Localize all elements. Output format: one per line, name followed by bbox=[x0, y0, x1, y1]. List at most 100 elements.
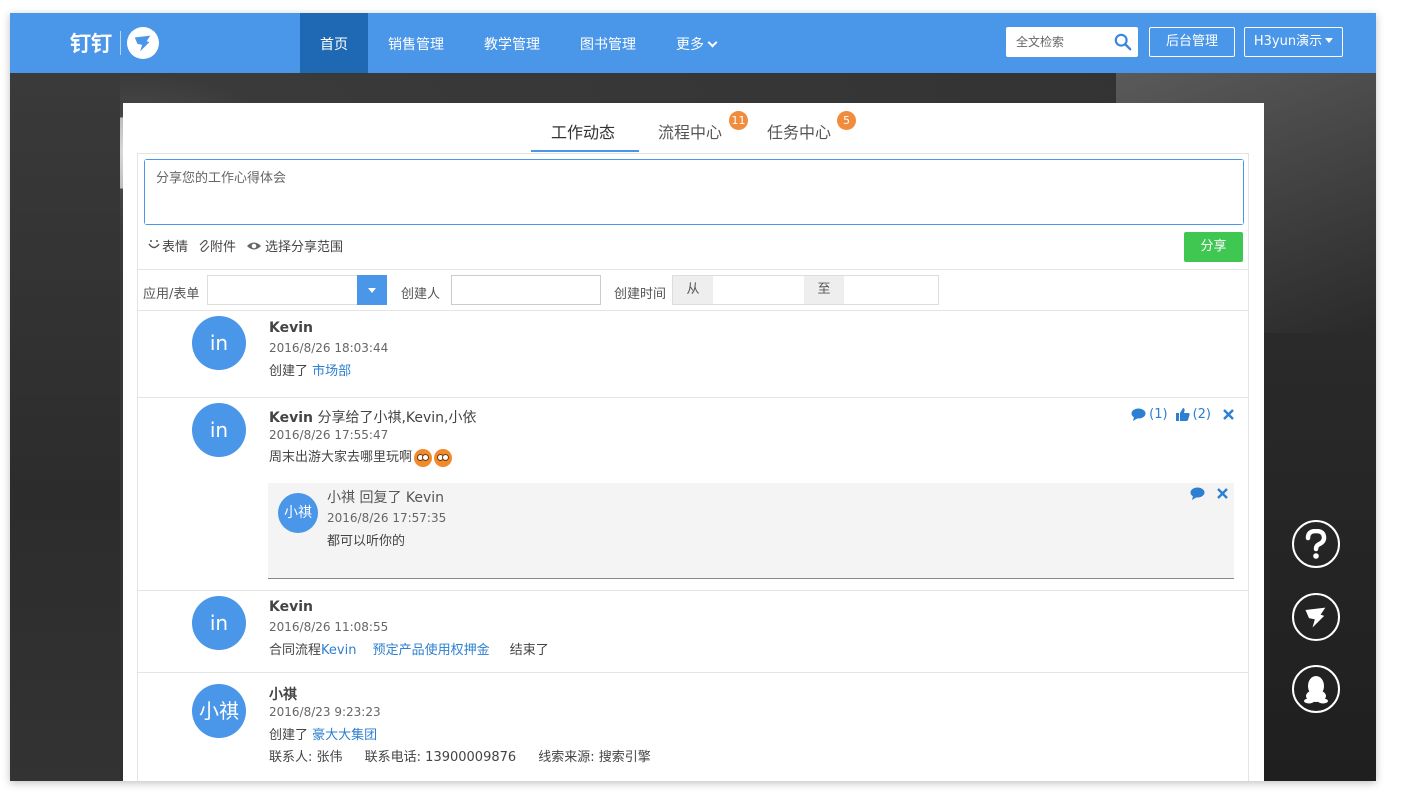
avatar[interactable]: in bbox=[192, 596, 246, 650]
avatar[interactable]: 小祺 bbox=[278, 493, 318, 533]
contract-owner-link[interactable]: Kevin bbox=[321, 643, 356, 658]
tab-task-center[interactable]: 任务中心 5 bbox=[767, 111, 856, 143]
avatar[interactable]: 小祺 bbox=[192, 684, 246, 738]
post-content: 创建了 市场部 bbox=[269, 360, 351, 379]
like-button[interactable]: (2) bbox=[1175, 407, 1211, 422]
share-scope-label: 选择分享范围 bbox=[265, 240, 344, 255]
dingtalk-icon bbox=[127, 27, 159, 59]
creator-label: 创建人 bbox=[401, 287, 441, 302]
contact-phone: 联系电话: 13900009876 bbox=[364, 750, 517, 765]
post-time: 2016/8/26 18:03:44 bbox=[269, 341, 389, 355]
logo-divider bbox=[120, 31, 121, 55]
nav-label: 图书管理 bbox=[580, 37, 636, 53]
main-nav: 首页 销售管理 教学管理 图书管理 更多 bbox=[300, 13, 736, 73]
company-link[interactable]: 豪大大集团 bbox=[312, 728, 377, 743]
content-text: 创建了 bbox=[269, 364, 313, 379]
feed-item: in Kevin 2016/8/26 11:08:55 合同流程Kevin 预定… bbox=[138, 592, 1248, 673]
author-name-text[interactable]: Kevin bbox=[269, 410, 313, 426]
author-name[interactable]: Kevin bbox=[269, 320, 313, 336]
contract-link[interactable]: 预定产品使用权押金 bbox=[373, 643, 490, 658]
search-input[interactable] bbox=[1006, 27, 1106, 57]
date-range: 从 至 bbox=[672, 275, 939, 305]
task-count-badge: 5 bbox=[837, 111, 856, 130]
question-icon bbox=[1305, 529, 1327, 559]
content-text: 周末出游大家去哪里玩啊 bbox=[269, 450, 413, 465]
department-link[interactable]: 市场部 bbox=[312, 364, 351, 379]
creator-input[interactable] bbox=[451, 275, 601, 305]
dropdown-arrow-icon[interactable] bbox=[357, 275, 387, 305]
tab-work-feed[interactable]: 工作动态 bbox=[551, 119, 615, 143]
filter-bar: 应用/表单 创建人 创建时间 从 至 bbox=[138, 269, 1248, 311]
process-count-badge: 11 bbox=[729, 111, 748, 130]
avatar[interactable]: in bbox=[192, 403, 246, 457]
qq-button[interactable] bbox=[1292, 665, 1340, 713]
author-name: Kevin 分享给了小祺,Kevin,小依 bbox=[269, 407, 477, 427]
reply-time: 2016/8/26 17:57:35 bbox=[327, 511, 447, 525]
tab-bar: 工作动态 流程中心 11 任务中心 5 bbox=[123, 103, 1264, 153]
user-menu-button[interactable]: H3yun演示 bbox=[1244, 27, 1343, 57]
search-icon[interactable] bbox=[1114, 33, 1132, 55]
author-name[interactable]: Kevin bbox=[269, 599, 313, 615]
main-panel: 工作动态 流程中心 11 任务中心 5 表情 附件 选择分享范围 bbox=[123, 103, 1264, 781]
share-scope-button[interactable]: 选择分享范围 bbox=[246, 236, 343, 255]
share-button[interactable]: 分享 bbox=[1184, 232, 1243, 262]
delete-reply-button[interactable] bbox=[1217, 488, 1228, 499]
close-icon bbox=[1217, 488, 1228, 499]
comment-count: (1) bbox=[1149, 407, 1168, 422]
app-form-select[interactable] bbox=[207, 275, 387, 305]
nav-sales[interactable]: 销售管理 bbox=[368, 13, 464, 73]
emoji-label: 表情 bbox=[162, 240, 189, 255]
reply-content: 都可以听你的 bbox=[327, 534, 406, 549]
app-window: 钉钉 首页 销售管理 教学管理 图书管理 更多 后台管理 H3yun演示 工作动… bbox=[10, 13, 1376, 781]
attachment-button[interactable]: 附件 bbox=[198, 236, 236, 255]
nav-more[interactable]: 更多 bbox=[656, 13, 736, 73]
author-name[interactable]: 小祺 bbox=[269, 684, 297, 704]
share-textarea[interactable] bbox=[145, 160, 1243, 224]
comment-icon bbox=[1131, 408, 1146, 421]
nav-label: 首页 bbox=[320, 37, 348, 53]
post-content: 创建了 豪大大集团 bbox=[269, 724, 377, 743]
nav-home[interactable]: 首页 bbox=[300, 13, 368, 73]
active-tab-indicator bbox=[531, 150, 639, 152]
delete-post-button[interactable] bbox=[1223, 409, 1234, 420]
global-search bbox=[1006, 27, 1138, 57]
qq-icon bbox=[1304, 676, 1328, 704]
dingtalk-logo[interactable]: 钉钉 bbox=[70, 27, 159, 59]
feed-item: 小祺 小祺 2016/8/23 9:23:23 创建了 豪大大集团 联系人: 张… bbox=[138, 674, 1248, 781]
nav-library[interactable]: 图书管理 bbox=[560, 13, 656, 73]
created-time-label: 创建时间 bbox=[614, 287, 667, 302]
dingtalk-button[interactable] bbox=[1292, 593, 1340, 641]
eye-icon bbox=[247, 242, 262, 249]
post-time: 2016/8/26 17:55:47 bbox=[269, 428, 389, 442]
app-form-label: 应用/表单 bbox=[143, 287, 200, 302]
reply-item: 小祺 小祺 回复了 Kevin 2016/8/26 17:57:35 都可以听你… bbox=[268, 483, 1234, 579]
post-time: 2016/8/23 9:23:23 bbox=[269, 705, 381, 719]
content-text: 合同流程 bbox=[269, 643, 322, 658]
emoji-button[interactable]: 表情 bbox=[146, 236, 188, 255]
help-button[interactable] bbox=[1292, 520, 1340, 568]
from-date-input[interactable] bbox=[713, 276, 804, 304]
avatar[interactable]: in bbox=[192, 316, 246, 370]
tab-process-center[interactable]: 流程中心 11 bbox=[658, 111, 748, 143]
to-date-input[interactable] bbox=[844, 276, 935, 304]
post-content: 合同流程Kevin 预定产品使用权押金 结束了 bbox=[269, 639, 549, 658]
admin-button[interactable]: 后台管理 bbox=[1149, 27, 1235, 57]
emoji-icon bbox=[434, 448, 453, 467]
composer-tools: 表情 附件 选择分享范围 bbox=[146, 236, 353, 255]
post-time: 2016/8/26 11:08:55 bbox=[269, 620, 389, 634]
reply-comment-button[interactable] bbox=[1190, 487, 1205, 500]
contact-person: 联系人: 张伟 bbox=[269, 750, 343, 765]
feed-container: 表情 附件 选择分享范围 分享 应用/表单 创建人 创建时间 bbox=[137, 153, 1249, 781]
reply-actions bbox=[1182, 487, 1228, 500]
comment-icon bbox=[1190, 487, 1205, 500]
like-count: (2) bbox=[1192, 407, 1211, 422]
lead-source: 线索来源: 搜索引擎 bbox=[538, 750, 651, 765]
nav-teaching[interactable]: 教学管理 bbox=[464, 13, 560, 73]
feed-item: in Kevin 分享给了小祺,Kevin,小依 2016/8/26 17:55… bbox=[138, 399, 1248, 591]
background-decoration bbox=[10, 73, 120, 781]
post-content: 周末出游大家去哪里玩啊 bbox=[269, 446, 453, 467]
tab-label: 流程中心 bbox=[658, 123, 723, 142]
close-icon bbox=[1223, 409, 1234, 420]
comment-button[interactable]: (1) bbox=[1131, 407, 1168, 422]
reply-title: 小祺 回复了 Kevin bbox=[327, 490, 445, 506]
